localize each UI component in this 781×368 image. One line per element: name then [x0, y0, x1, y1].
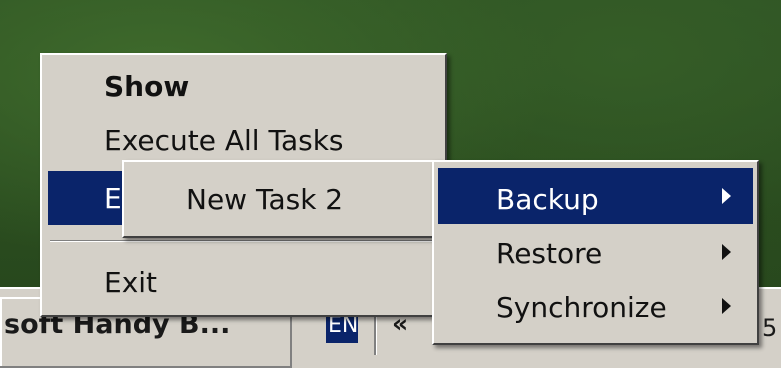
menu-item-new-task-2-label: New Task 2	[186, 183, 344, 216]
menu-separator	[50, 240, 437, 242]
menu-item-exit[interactable]: Exit	[46, 259, 441, 303]
menu-item-exit-label: Exit	[104, 266, 158, 299]
menu-item-new-task-2[interactable]: New Task 2	[128, 166, 434, 232]
task-submenu: New Task 2	[122, 160, 440, 238]
menu-item-restore-label: Restore	[496, 237, 603, 270]
menu-item-restore[interactable]: Restore	[438, 228, 753, 278]
action-submenu: Backup Restore Synchronize	[432, 160, 759, 345]
menu-item-show[interactable]: Show	[46, 65, 441, 109]
menu-item-execute-task-label: E	[104, 182, 122, 215]
submenu-arrow-icon	[722, 244, 731, 260]
submenu-arrow-icon	[722, 188, 731, 204]
menu-item-show-label: Show	[104, 70, 190, 103]
tray-clock-fragment: 5	[762, 314, 778, 342]
menu-item-synchronize[interactable]: Synchronize	[438, 282, 753, 334]
menu-item-execute-all-label: Execute All Tasks	[104, 124, 344, 157]
menu-item-backup[interactable]: Backup	[438, 168, 753, 224]
menu-item-execute-all[interactable]: Execute All Tasks	[46, 119, 441, 163]
menu-item-backup-label: Backup	[496, 183, 599, 216]
menu-item-synchronize-label: Synchronize	[496, 291, 667, 324]
submenu-arrow-icon	[722, 298, 731, 314]
